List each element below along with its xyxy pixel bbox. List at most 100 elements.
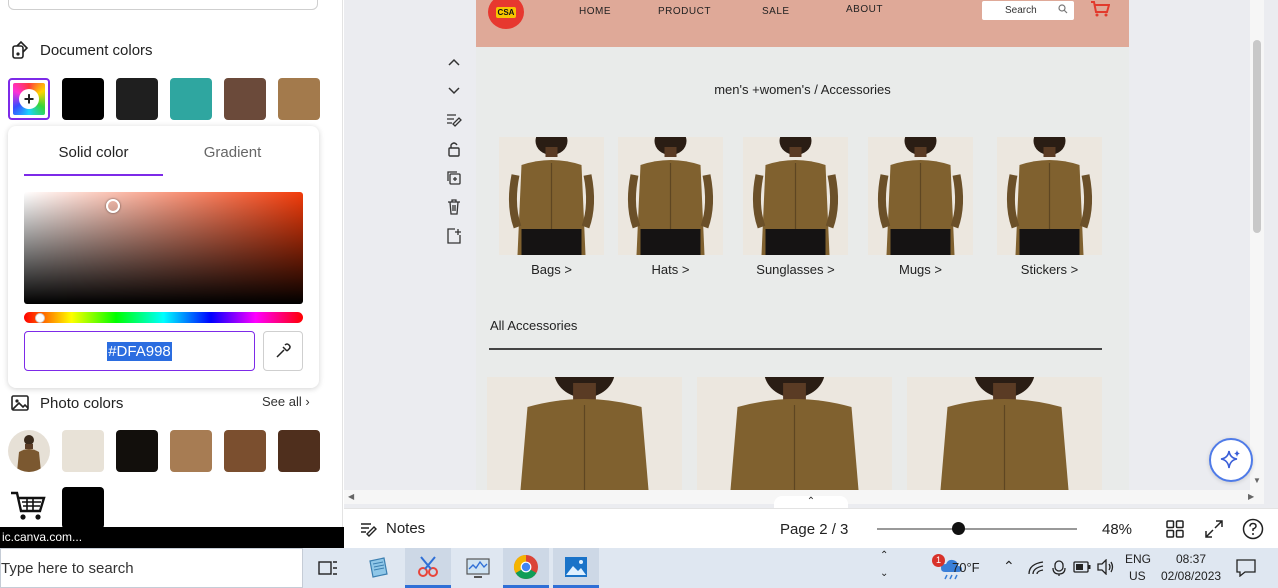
category-label: Sunglasses > bbox=[756, 262, 835, 277]
zoom-value[interactable]: 48% bbox=[1102, 521, 1132, 538]
panel-search-input[interactable] bbox=[8, 0, 318, 10]
eyedropper-button[interactable] bbox=[263, 331, 303, 371]
black-color-swatch[interactable] bbox=[62, 487, 104, 529]
design-page[interactable]: CSA HOME PRODUCT SALE ABOUT Search men's… bbox=[476, 0, 1129, 490]
nav-home[interactable]: HOME bbox=[579, 6, 611, 17]
volume-icon[interactable] bbox=[1097, 559, 1115, 575]
nav-product[interactable]: PRODUCT bbox=[658, 6, 711, 17]
meet-now-icon[interactable] bbox=[1052, 559, 1066, 577]
photo-thumbnail[interactable] bbox=[8, 430, 50, 472]
page-indicator[interactable]: Page 2 / 3 bbox=[780, 521, 848, 538]
document-color-swatch[interactable] bbox=[62, 78, 104, 120]
taskbar-search-input[interactable]: Type here to search bbox=[0, 548, 303, 588]
logo-text: CSA bbox=[495, 6, 517, 18]
site-cart-icon[interactable] bbox=[1090, 0, 1110, 18]
document-color-swatch[interactable] bbox=[116, 78, 158, 120]
document-color-swatch[interactable] bbox=[278, 78, 320, 120]
photo-colors-header: Photo colors bbox=[10, 393, 123, 413]
chevron-right-icon: › bbox=[305, 394, 310, 409]
saturation-value-handle[interactable] bbox=[106, 199, 120, 213]
color-panel: Document colors + Solid color Gradient #… bbox=[0, 0, 343, 548]
cart-thumbnail[interactable] bbox=[10, 490, 46, 527]
move-down-icon[interactable] bbox=[444, 81, 464, 101]
hex-input[interactable]: #DFA998 bbox=[24, 331, 255, 371]
help-icon[interactable] bbox=[1242, 518, 1264, 540]
eyedropper-icon bbox=[276, 343, 291, 358]
taskbar-app-chrome[interactable] bbox=[503, 548, 549, 588]
vertical-scrollbar[interactable]: ▼ bbox=[1250, 0, 1264, 490]
language-top: ENG bbox=[1125, 552, 1152, 566]
category-card[interactable]: Hats > bbox=[618, 137, 723, 277]
vertical-scroll-thumb[interactable] bbox=[1253, 40, 1261, 233]
category-image bbox=[618, 137, 723, 255]
add-page-icon[interactable] bbox=[444, 226, 464, 246]
category-card[interactable]: Bags > bbox=[499, 137, 604, 277]
hue-slider[interactable] bbox=[24, 312, 303, 323]
hue-slider-handle[interactable] bbox=[35, 313, 45, 323]
notes-button[interactable]: Notes bbox=[360, 520, 425, 537]
document-color-swatch[interactable] bbox=[170, 78, 212, 120]
notes-edit-icon[interactable] bbox=[444, 110, 464, 130]
weather-widget[interactable]: 1 70°F bbox=[912, 548, 992, 588]
lock-icon[interactable] bbox=[444, 139, 464, 159]
clock[interactable]: 08:37 02/08/2023 bbox=[1158, 548, 1224, 588]
chevron-up-icon[interactable]: ⌃ bbox=[1003, 558, 1015, 575]
scroll-left-arrow[interactable]: ◀ bbox=[348, 492, 354, 501]
taskbar-app-snipping[interactable] bbox=[405, 548, 451, 588]
taskbar-scroll-arrows[interactable]: ⌃ ⌄ bbox=[876, 548, 896, 588]
network-icon[interactable] bbox=[1027, 560, 1045, 576]
move-up-icon[interactable] bbox=[444, 52, 464, 72]
category-image bbox=[868, 137, 973, 255]
site-header: CSA HOME PRODUCT SALE ABOUT Search bbox=[476, 0, 1129, 47]
photo-color-swatch[interactable] bbox=[278, 430, 320, 472]
site-logo[interactable]: CSA bbox=[488, 0, 524, 29]
scroll-right-arrow[interactable]: ▶ bbox=[1248, 492, 1254, 501]
duplicate-icon[interactable] bbox=[444, 168, 464, 188]
status-url-tooltip: ic.canva.com... bbox=[0, 527, 365, 548]
product-image[interactable] bbox=[487, 377, 682, 490]
nav-sale[interactable]: SALE bbox=[762, 6, 790, 17]
nav-about[interactable]: ABOUT bbox=[846, 4, 883, 15]
taskbar-app-notepad[interactable] bbox=[355, 548, 401, 588]
photo-color-swatch[interactable] bbox=[116, 430, 158, 472]
zoom-slider-handle[interactable] bbox=[952, 522, 965, 535]
saturation-value-area[interactable] bbox=[24, 192, 303, 304]
notifications-button[interactable] bbox=[1226, 548, 1266, 588]
chevron-up-icon: ⌃ bbox=[806, 496, 816, 507]
zoom-slider[interactable] bbox=[877, 528, 1077, 530]
notes-label: Notes bbox=[386, 520, 426, 537]
canvas-viewport: CSA HOME PRODUCT SALE ABOUT Search men's… bbox=[344, 0, 1264, 490]
trash-icon[interactable] bbox=[444, 197, 464, 217]
category-card[interactable]: Mugs > bbox=[868, 137, 973, 277]
product-image[interactable] bbox=[697, 377, 892, 490]
scroll-down-arrow[interactable]: ▼ bbox=[1253, 476, 1261, 485]
see-all-link[interactable]: See all › bbox=[262, 394, 310, 409]
taskbar-app-monitor[interactable] bbox=[455, 548, 501, 588]
taskbar-app-photos[interactable] bbox=[553, 548, 599, 588]
grid-view-icon[interactable] bbox=[1164, 518, 1186, 540]
product-image[interactable] bbox=[907, 377, 1102, 490]
photos-icon bbox=[565, 556, 587, 577]
category-image bbox=[997, 137, 1102, 255]
category-image bbox=[499, 137, 604, 255]
photo-color-swatch[interactable] bbox=[224, 430, 266, 472]
battery-icon[interactable] bbox=[1073, 561, 1091, 573]
language-bottom: US bbox=[1129, 569, 1146, 583]
task-view-button[interactable] bbox=[305, 548, 351, 588]
tab-gradient[interactable]: Gradient bbox=[163, 144, 302, 176]
add-color-button[interactable]: + bbox=[8, 78, 50, 120]
photo-color-swatch[interactable] bbox=[170, 430, 212, 472]
clock-date: 02/08/2023 bbox=[1161, 569, 1222, 583]
image-icon bbox=[11, 395, 29, 411]
tab-solid-color[interactable]: Solid color bbox=[24, 144, 163, 176]
fullscreen-icon[interactable] bbox=[1203, 518, 1225, 540]
category-card[interactable]: Sunglasses > bbox=[743, 137, 848, 277]
chevron-down-icon: ⌄ bbox=[880, 568, 889, 579]
site-search-box[interactable]: Search bbox=[982, 1, 1074, 20]
photo-color-swatch[interactable] bbox=[62, 430, 104, 472]
windows-taskbar: Type here to search ⌃ ⌄ 1 70°F ⌃ ENG US 0… bbox=[0, 548, 1278, 588]
language-indicator[interactable]: ENG US bbox=[1118, 548, 1156, 588]
magic-assistant-button[interactable] bbox=[1209, 438, 1253, 482]
category-card[interactable]: Stickers > bbox=[997, 137, 1102, 277]
document-color-swatch[interactable] bbox=[224, 78, 266, 120]
